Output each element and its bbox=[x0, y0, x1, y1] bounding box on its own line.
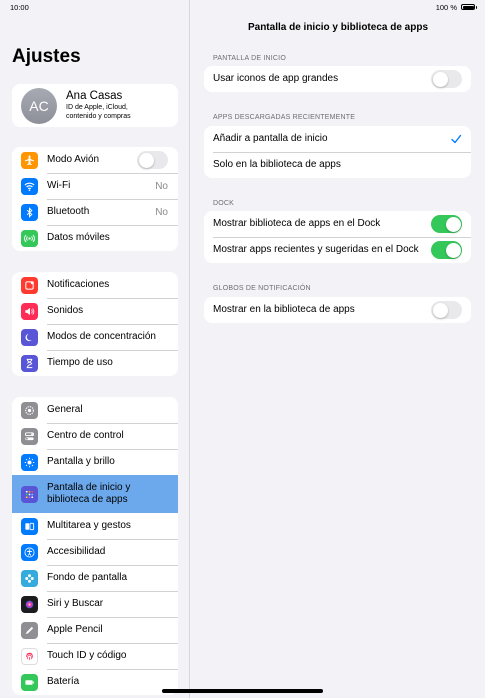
airplane-mode-toggle[interactable] bbox=[137, 151, 168, 169]
sidebar-item-wifi[interactable]: Wi-Fi No bbox=[12, 173, 178, 199]
checkmark-icon bbox=[451, 134, 462, 144]
pencil-icon bbox=[21, 621, 38, 639]
bell-icon bbox=[21, 276, 38, 294]
show-app-library-in-dock-row[interactable]: Mostrar biblioteca de apps en el Dock bbox=[204, 211, 471, 237]
sidebar-item-display[interactable]: Pantalla y brillo bbox=[12, 449, 178, 475]
sidebar-item-mobile-data[interactable]: Datos móviles bbox=[12, 225, 178, 251]
fingerprint-icon bbox=[21, 647, 38, 665]
sidebar-item-focus[interactable]: Modos de concentración bbox=[12, 324, 178, 350]
section-header-badges: GLOBOS DE NOTIFICACIÓN bbox=[213, 285, 311, 292]
show-in-app-library-toggle[interactable] bbox=[431, 301, 462, 319]
sidebar-item-control-center[interactable]: Centro de control bbox=[12, 423, 178, 449]
sidebar-item-sounds[interactable]: Sonidos bbox=[12, 298, 178, 324]
profile-name: Ana Casas bbox=[66, 90, 123, 102]
show-recent-apps-row[interactable]: Mostrar apps recientes y sugeridas en el… bbox=[204, 237, 471, 263]
speaker-icon bbox=[21, 302, 38, 320]
bluetooth-status: No bbox=[155, 206, 168, 218]
sun-icon bbox=[21, 453, 38, 471]
sidebar-item-wallpaper[interactable]: Fondo de pantalla bbox=[12, 565, 178, 591]
airplane-icon bbox=[21, 151, 38, 169]
sidebar-item-accessibility[interactable]: Accesibilidad bbox=[12, 539, 178, 565]
sidebar-title: Ajustes bbox=[12, 46, 81, 67]
battery-icon bbox=[21, 673, 38, 691]
page-title: Pantalla de inicio y biblioteca de apps bbox=[247, 22, 429, 33]
hourglass-icon bbox=[21, 354, 38, 372]
switches-icon bbox=[21, 427, 38, 445]
moon-icon bbox=[21, 328, 38, 346]
section-header-dock: DOCK bbox=[213, 200, 235, 207]
section-header-home-screen: PANTALLA DE INICIO bbox=[213, 55, 286, 62]
profile-subtitle: ID de Apple, iCloud, contenido y compras bbox=[66, 104, 131, 120]
bluetooth-icon bbox=[21, 203, 38, 221]
sidebar-item-label: Pantalla de inicio y biblioteca de apps bbox=[47, 482, 131, 505]
wifi-icon bbox=[21, 177, 38, 195]
app-library-only-option[interactable]: Solo en la biblioteca de apps bbox=[204, 152, 471, 178]
antenna-icon bbox=[21, 229, 38, 247]
avatar: AC bbox=[21, 87, 57, 124]
sidebar-item-home-screen[interactable]: Pantalla de inicio y biblioteca de apps bbox=[12, 475, 178, 513]
accessibility-icon bbox=[21, 543, 38, 561]
large-icons-row[interactable]: Usar iconos de app grandes bbox=[204, 66, 471, 92]
sidebar-item-battery[interactable]: Batería bbox=[12, 669, 178, 695]
sidebar-item-general[interactable]: General bbox=[12, 397, 178, 423]
general-group: General Centro de control Pantalla y bri… bbox=[12, 397, 178, 695]
sidebar-item-airplane-mode[interactable]: Modo Avión bbox=[12, 147, 178, 173]
apps-grid-icon bbox=[21, 485, 38, 503]
sidebar: Ajustes AC Ana Casas ID de Apple, iCloud… bbox=[0, 0, 190, 698]
siri-icon bbox=[21, 595, 38, 613]
show-app-library-in-dock-toggle[interactable] bbox=[431, 215, 462, 233]
dock-group: Mostrar biblioteca de apps en el Dock Mo… bbox=[204, 211, 471, 263]
show-in-app-library-row[interactable]: Mostrar en la biblioteca de apps bbox=[204, 297, 471, 323]
sidebar-item-apple-pencil[interactable]: Apple Pencil bbox=[12, 617, 178, 643]
detail-pane: Pantalla de inicio y biblioteca de apps … bbox=[191, 0, 485, 698]
home-screen-group: Usar iconos de app grandes bbox=[204, 66, 471, 92]
apple-id-profile[interactable]: AC Ana Casas ID de Apple, iCloud, conten… bbox=[12, 84, 178, 127]
multitask-icon bbox=[21, 517, 38, 535]
sidebar-item-screen-time[interactable]: Tiempo de uso bbox=[12, 350, 178, 376]
sidebar-item-bluetooth[interactable]: Bluetooth No bbox=[12, 199, 178, 225]
add-to-home-screen-option[interactable]: Añadir a pantalla de inicio bbox=[204, 126, 471, 152]
section-header-recent-downloads: APPS DESCARGADAS RECIENTEMENTE bbox=[213, 114, 356, 121]
notifications-group: Notificaciones Sonidos Modos de concentr… bbox=[12, 272, 178, 376]
recent-downloads-group: Añadir a pantalla de inicio Solo en la b… bbox=[204, 126, 471, 178]
sidebar-item-multitasking[interactable]: Multitarea y gestos bbox=[12, 513, 178, 539]
sidebar-item-touch-id[interactable]: Touch ID y código bbox=[12, 643, 178, 669]
home-indicator[interactable] bbox=[162, 689, 323, 693]
flower-icon bbox=[21, 569, 38, 587]
sidebar-item-notifications[interactable]: Notificaciones bbox=[12, 272, 178, 298]
large-icons-toggle[interactable] bbox=[431, 70, 462, 88]
connectivity-group: Modo Avión Wi-Fi No Bluetooth No Datos m… bbox=[12, 147, 178, 251]
gear-icon bbox=[21, 401, 38, 419]
badges-group: Mostrar en la biblioteca de apps bbox=[204, 297, 471, 323]
sidebar-item-siri[interactable]: Siri y Buscar bbox=[12, 591, 178, 617]
wifi-status: No bbox=[155, 180, 168, 192]
show-recent-apps-toggle[interactable] bbox=[431, 241, 462, 259]
